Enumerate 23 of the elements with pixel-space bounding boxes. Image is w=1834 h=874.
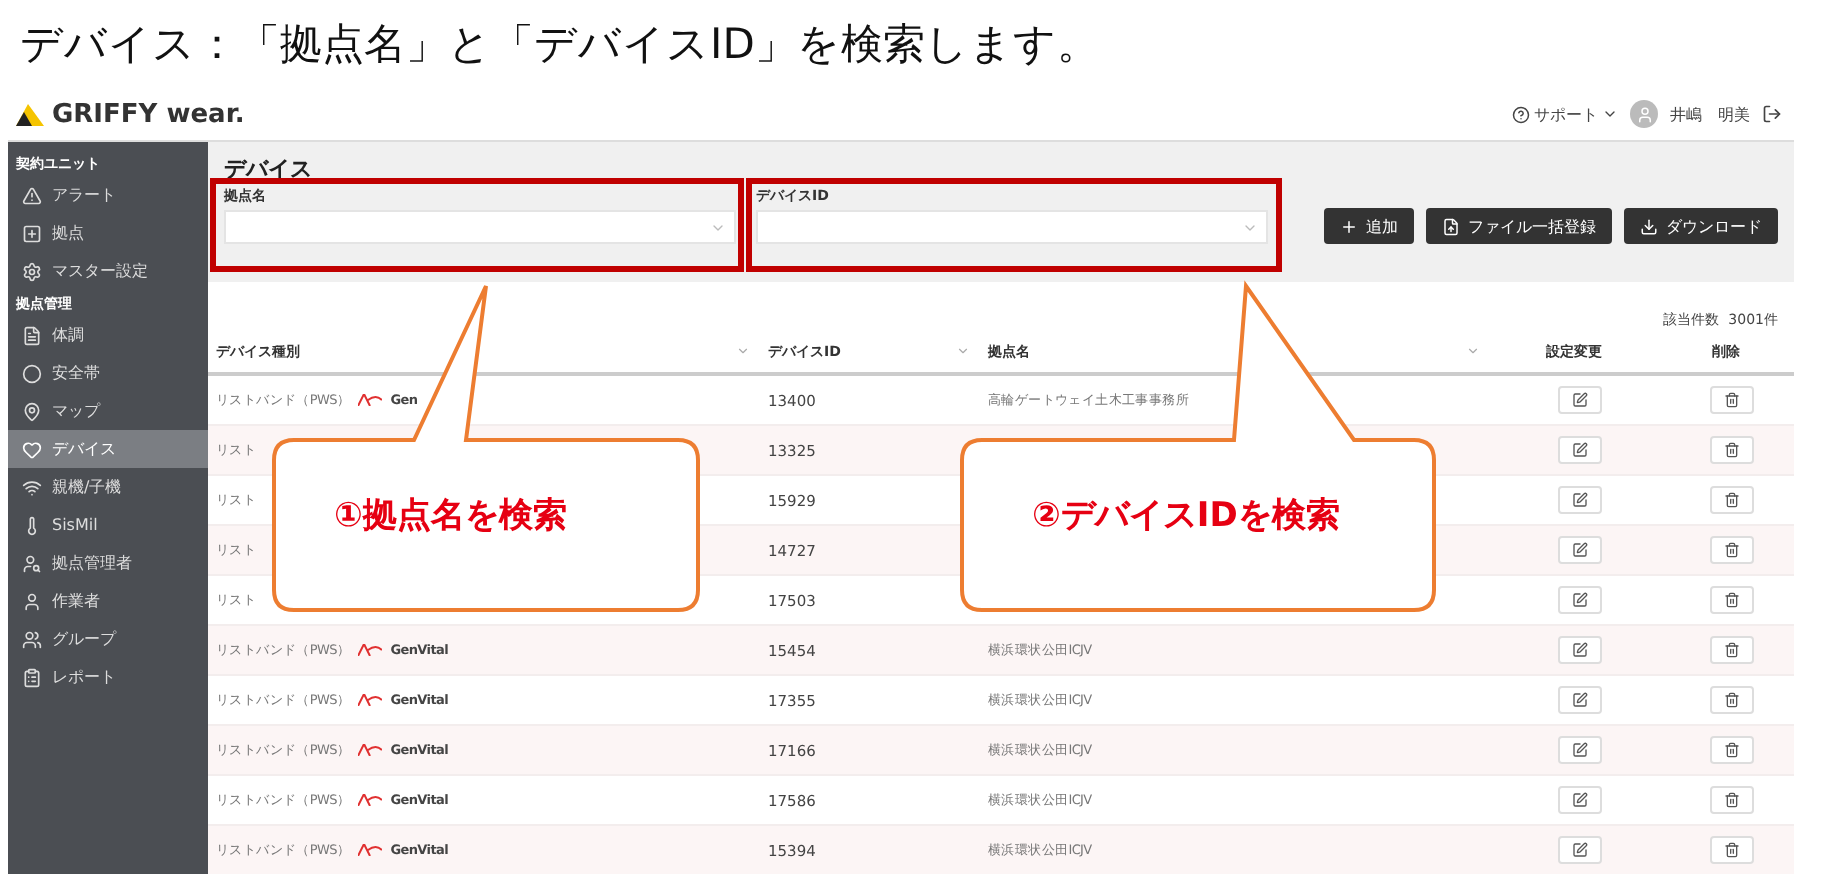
sidebar-item[interactable]: アラート — [8, 176, 208, 214]
sidebar-item[interactable]: マスター設定 — [8, 252, 208, 290]
callout-text: ①拠点名を検索 — [334, 494, 567, 538]
sidebar-item[interactable]: デバイス — [8, 430, 208, 468]
sidebar-item[interactable]: 拠点管理者 — [8, 544, 208, 582]
user-name: 井嶋 明美 — [1670, 103, 1750, 125]
sidebar-item[interactable]: レポート — [8, 658, 208, 696]
sidebar-item[interactable]: 作業者 — [8, 582, 208, 620]
action-button[interactable]: 追加 — [1324, 208, 1414, 244]
sidebar-item[interactable]: マップ — [8, 392, 208, 430]
sidebar-item[interactable]: 体調 — [8, 316, 208, 354]
action-button[interactable]: ダウンロード — [1624, 208, 1778, 244]
sidebar-item[interactable]: 安全帯 — [8, 354, 208, 392]
sidebar-item[interactable]: 拠点 — [8, 214, 208, 252]
support-menu[interactable]: サポート — [1512, 103, 1618, 125]
callout-text: ②デバイスIDを検索 — [1032, 494, 1340, 538]
slide-title: デバイス：「拠点名」と「デバイスID」を検索します。 — [18, 18, 1101, 72]
logo-text: GRIFFY wear. — [52, 99, 245, 129]
sidebar-item[interactable]: グループ — [8, 620, 208, 658]
sidebar-item[interactable]: 親機/子機 — [8, 468, 208, 506]
action-button[interactable]: ファイル一括登録 — [1426, 208, 1612, 244]
page-title: デバイス — [224, 154, 314, 186]
sidebar-item[interactable]: SisMil — [8, 506, 208, 544]
